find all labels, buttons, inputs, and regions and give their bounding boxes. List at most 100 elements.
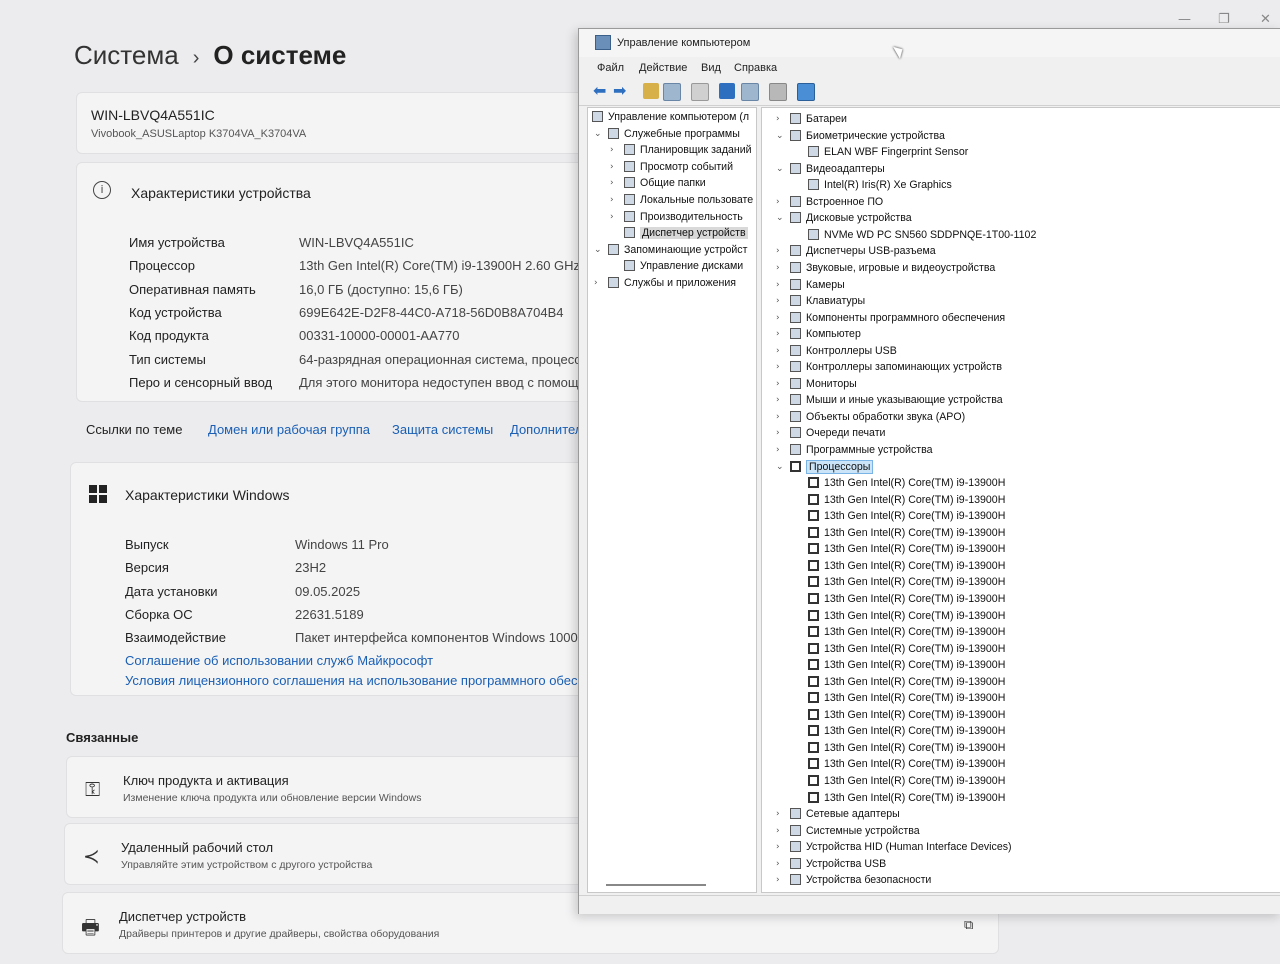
- spec-value[interactable]: WIN-LBVQ4A551IC: [299, 235, 414, 250]
- device-category-item[interactable]: › Встроенное ПО: [776, 195, 883, 209]
- action-pane-icon[interactable]: [741, 83, 759, 101]
- device-category-item[interactable]: › Мониторы: [776, 377, 857, 391]
- chevron-right-icon[interactable]: ›: [776, 262, 786, 275]
- device-category-item[interactable]: ⌄ Биометрические устройства: [776, 129, 945, 143]
- chevron-right-icon[interactable]: ›: [776, 345, 786, 358]
- up-folder-icon[interactable]: [643, 83, 659, 99]
- nav-tree-item[interactable]: › Службы и приложения: [594, 277, 736, 290]
- device-category-item[interactable]: › Батареи: [776, 113, 847, 126]
- device-category-item[interactable]: › Компьютер: [776, 328, 861, 341]
- chevron-right-icon[interactable]: ›: [776, 378, 786, 391]
- left-tree-pane[interactable]: Управление компьютером (л ⌄ Служебные прог…: [587, 107, 757, 893]
- device-category-item[interactable]: › Диспетчеры USB-разъема: [776, 245, 936, 258]
- system-protection-link[interactable]: Защита системы: [392, 422, 493, 437]
- processor-item[interactable]: 13th Gen Intel(R) Core(TM) i9-13900H: [808, 576, 1005, 589]
- nav-tree-item[interactable]: Диспетчер устройств: [624, 227, 748, 240]
- advanced-settings-link[interactable]: Дополнител: [510, 422, 582, 437]
- chevron-down-icon[interactable]: ⌄: [594, 128, 604, 141]
- spec-value[interactable]: 64-разрядная операционная система, проце…: [299, 352, 588, 367]
- chevron-right-icon[interactable]: ›: [776, 874, 786, 887]
- chevron-down-icon[interactable]: ⌄: [776, 461, 786, 474]
- processor-item[interactable]: 13th Gen Intel(R) Core(TM) i9-13900H: [808, 559, 1005, 573]
- chevron-right-icon[interactable]: ›: [776, 279, 786, 292]
- processor-item[interactable]: 13th Gen Intel(R) Core(TM) i9-13900H: [808, 659, 1005, 672]
- menu-view[interactable]: Вид: [701, 62, 721, 74]
- external-link-icon[interactable]: ⧉: [964, 918, 973, 933]
- nav-tree-item[interactable]: › Просмотр событий: [610, 160, 733, 174]
- device-category-item[interactable]: › Камеры: [776, 278, 845, 292]
- spec-value[interactable]: 00331-10000-00001-AA770: [299, 328, 459, 343]
- device-category-item[interactable]: ELAN WBF Fingerprint Sensor: [808, 146, 968, 159]
- chevron-right-icon[interactable]: ›: [776, 113, 786, 126]
- nav-tree-item[interactable]: › Производительность: [610, 210, 743, 224]
- chevron-right-icon[interactable]: ›: [610, 211, 620, 224]
- back-arrow-icon[interactable]: ⬅: [593, 83, 609, 99]
- menu-file[interactable]: Файл: [597, 62, 624, 74]
- spec-value[interactable]: 699E642E-D2F8-44C0-A718-56D0B8A704B4: [299, 305, 564, 320]
- device-category-item[interactable]: ⌄ Процессоры: [776, 459, 874, 474]
- processor-item[interactable]: 13th Gen Intel(R) Core(TM) i9-13900H: [808, 775, 1005, 788]
- spec-value[interactable]: 22631.5189: [295, 607, 364, 622]
- chevron-right-icon[interactable]: ›: [776, 312, 786, 325]
- device-category-item[interactable]: NVMe WD PC SN560 SDDPNQE-1T00-1102: [808, 228, 1036, 242]
- nav-tree-item[interactable]: › Общие папки: [610, 177, 706, 190]
- horizontal-scrollbar[interactable]: [606, 884, 706, 886]
- menu-action[interactable]: Действие: [639, 62, 687, 74]
- processor-item[interactable]: 13th Gen Intel(R) Core(TM) i9-13900H: [808, 708, 1005, 722]
- processor-item[interactable]: 13th Gen Intel(R) Core(TM) i9-13900H: [808, 791, 1005, 805]
- chevron-right-icon[interactable]: ›: [776, 394, 786, 407]
- chevron-right-icon[interactable]: ›: [776, 196, 786, 209]
- maximize-button[interactable]: ❐: [1218, 12, 1230, 27]
- processor-item[interactable]: 13th Gen Intel(R) Core(TM) i9-13900H: [808, 626, 1005, 639]
- device-category-item[interactable]: ⌄ Видеоадаптеры: [776, 162, 885, 176]
- chevron-down-icon[interactable]: ⌄: [776, 212, 786, 225]
- nav-tree-item[interactable]: › Локальные пользовате: [610, 194, 753, 207]
- chevron-right-icon[interactable]: ›: [610, 177, 620, 190]
- chevron-right-icon[interactable]: ›: [776, 825, 786, 838]
- device-category-item[interactable]: › Контроллеры USB: [776, 344, 897, 358]
- processor-item[interactable]: 13th Gen Intel(R) Core(TM) i9-13900H: [808, 510, 1005, 523]
- chevron-right-icon[interactable]: ›: [594, 277, 604, 290]
- device-category-item[interactable]: › Очереди печати: [776, 427, 885, 440]
- nav-tree-item[interactable]: ⌄ Служебные программы: [594, 127, 740, 141]
- chevron-right-icon[interactable]: ›: [776, 858, 786, 871]
- nav-tree-item[interactable]: Управление компьютером (л: [592, 111, 749, 124]
- nav-tree-item[interactable]: ⌄ Запоминающие устройст: [594, 243, 747, 257]
- spec-value[interactable]: 16,0 ГБ (доступно: 15,6 ГБ): [299, 282, 463, 297]
- device-category-item[interactable]: › Системные устройства: [776, 824, 920, 838]
- processor-item[interactable]: 13th Gen Intel(R) Core(TM) i9-13900H: [808, 642, 1005, 656]
- chevron-right-icon[interactable]: ›: [776, 245, 786, 258]
- device-category-item[interactable]: › Устройства USB: [776, 857, 886, 871]
- spec-value[interactable]: 13th Gen Intel(R) Core(TM) i9-13900H 2.6…: [299, 258, 580, 273]
- processor-item[interactable]: 13th Gen Intel(R) Core(TM) i9-13900H: [808, 493, 1005, 507]
- device-category-item[interactable]: › Программные устройства: [776, 444, 933, 457]
- mmc-titlebar[interactable]: Управление компьютером: [579, 29, 1280, 57]
- spec-value[interactable]: 23H2: [295, 560, 326, 575]
- ms-services-agreement-link[interactable]: Соглашение об использовании служб Майкро…: [125, 653, 433, 668]
- menu-help[interactable]: Справка: [734, 62, 777, 74]
- processor-item[interactable]: 13th Gen Intel(R) Core(TM) i9-13900H: [808, 758, 1005, 771]
- chevron-right-icon[interactable]: ›: [776, 808, 786, 821]
- chevron-right-icon[interactable]: ›: [776, 328, 786, 341]
- processor-item[interactable]: 13th Gen Intel(R) Core(TM) i9-13900H: [808, 692, 1005, 705]
- device-category-item[interactable]: › Клавиатуры: [776, 295, 865, 308]
- chevron-right-icon[interactable]: ›: [610, 194, 620, 207]
- chevron-down-icon[interactable]: ⌄: [776, 163, 786, 176]
- chevron-right-icon[interactable]: ›: [776, 295, 786, 308]
- chevron-right-icon[interactable]: ›: [776, 427, 786, 440]
- processor-item[interactable]: 13th Gen Intel(R) Core(TM) i9-13900H: [808, 477, 1005, 490]
- device-category-item[interactable]: › Контроллеры запоминающих устройств: [776, 361, 1002, 374]
- processor-item[interactable]: 13th Gen Intel(R) Core(TM) i9-13900H: [808, 675, 1005, 689]
- chevron-right-icon[interactable]: ›: [610, 161, 620, 174]
- nav-tree-item[interactable]: › Планировщик заданий: [610, 144, 752, 157]
- help-icon[interactable]: [719, 83, 735, 99]
- device-category-item[interactable]: › Устройства безопасности: [776, 874, 931, 887]
- device-category-item[interactable]: › Компоненты программного обеспечения: [776, 311, 1005, 325]
- chevron-down-icon[interactable]: ⌄: [594, 244, 604, 257]
- device-category-item[interactable]: › Мыши и иные указывающие устройства: [776, 394, 1003, 407]
- chevron-right-icon[interactable]: ›: [776, 411, 786, 424]
- license-terms-link[interactable]: Условия лицензионного соглашения на испо…: [125, 673, 577, 688]
- spec-value[interactable]: Пакет интерфейса компонентов Windows 100…: [295, 630, 589, 645]
- processor-item[interactable]: 13th Gen Intel(R) Core(TM) i9-13900H: [808, 725, 1005, 738]
- device-category-item[interactable]: › Устройства HID (Human Interface Devices…: [776, 841, 1012, 854]
